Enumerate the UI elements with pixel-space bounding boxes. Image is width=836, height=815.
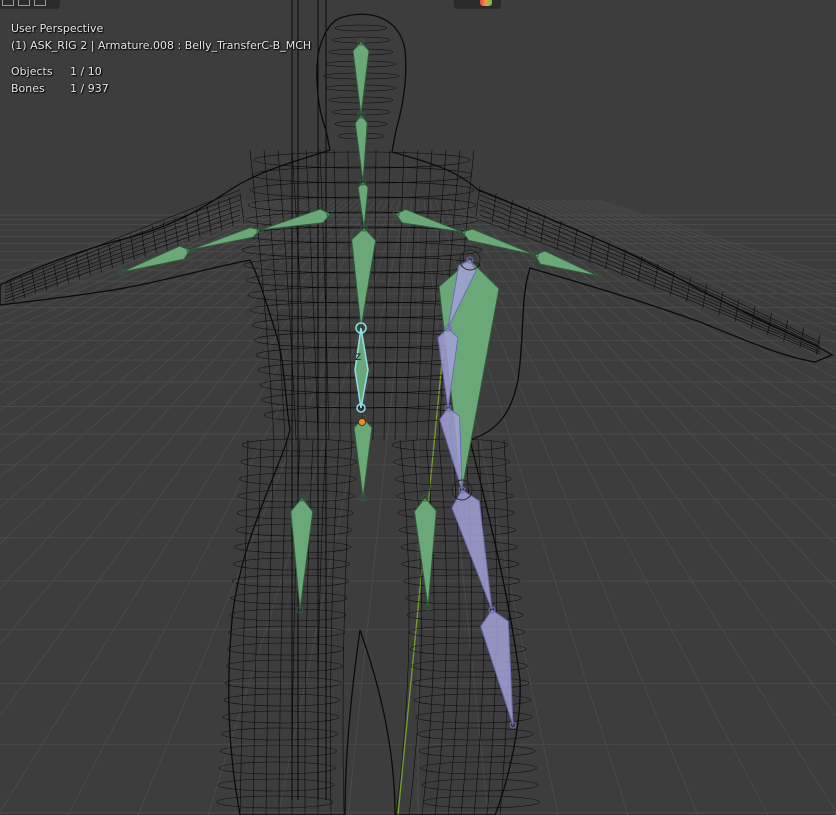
body-outline	[0, 13, 834, 815]
viewport-canvas[interactable]: Z	[0, 0, 836, 815]
armature-bones	[118, 38, 602, 614]
object-origin	[358, 418, 366, 426]
stats-block: Objects 1 / 10 Bones 1 / 937	[11, 63, 311, 97]
gizmo-button[interactable]	[454, 0, 501, 9]
gizmo-icon	[480, 0, 492, 6]
stat-row-objects: Objects 1 / 10	[11, 63, 311, 80]
character-wireframe	[0, 13, 834, 815]
axis-z-label: Z	[355, 353, 361, 363]
stat-row-bones: Bones 1 / 937	[11, 80, 311, 97]
xray-icon[interactable]	[34, 0, 46, 6]
stat-label: Objects	[11, 65, 53, 78]
stat-label: Bones	[11, 82, 45, 95]
pole-mesh	[291, 0, 327, 800]
viewport-info-overlay: User Perspective (1) ASK_RIG 2 | Armatur…	[11, 20, 311, 97]
stat-value: 1 / 10	[70, 65, 102, 78]
view-name: User Perspective	[11, 22, 104, 35]
overlay-icon[interactable]	[18, 0, 30, 6]
context-line: (1) ASK_RIG 2 | Armature.008 : Belly_Tra…	[11, 39, 312, 52]
viewport-header-buttons[interactable]	[0, 0, 60, 9]
view-shading-icon[interactable]	[2, 0, 14, 6]
stat-value: 1 / 937	[70, 82, 109, 95]
3d-viewport[interactable]: Z User Perspective (1) ASK_RIG 2 | Armat…	[0, 0, 836, 815]
mesh-lines	[4, 24, 821, 815]
